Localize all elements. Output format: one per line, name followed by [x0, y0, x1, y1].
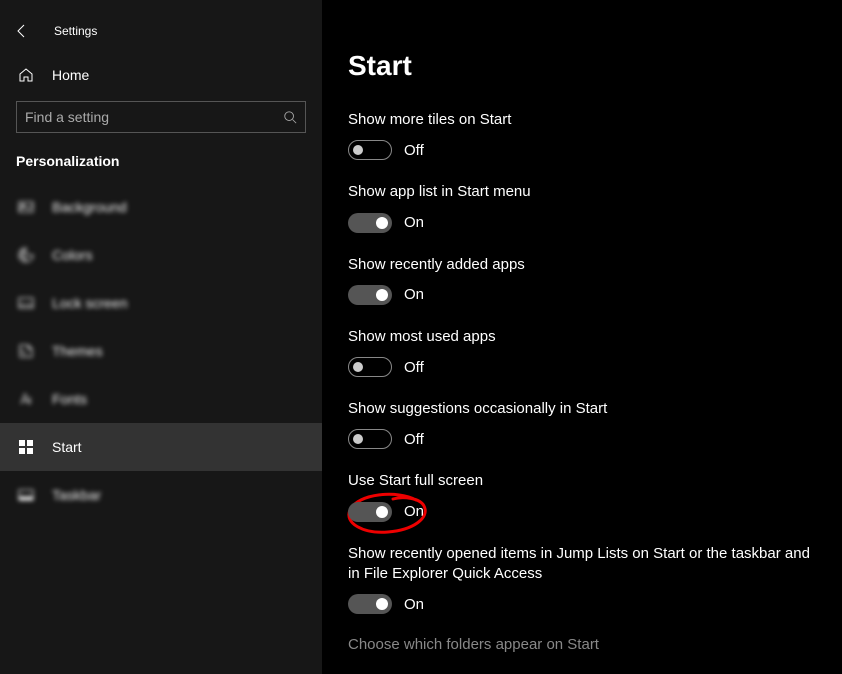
- toggle-state-text: On: [404, 286, 424, 303]
- toggle-app-list[interactable]: [348, 213, 392, 233]
- title-bar: Settings: [0, 15, 322, 47]
- fonts-icon: [16, 391, 36, 407]
- start-icon: [16, 439, 36, 455]
- setting-suggestions: Show suggestions occasionally in Start Of…: [348, 399, 818, 449]
- nav-label: Fonts: [52, 391, 87, 407]
- background-icon: [16, 199, 36, 215]
- toggle-row: Off: [348, 429, 818, 449]
- nav-item-themes[interactable]: Themes: [0, 327, 322, 375]
- toggle-knob: [353, 434, 363, 444]
- nav-label: Taskbar: [52, 487, 101, 503]
- toggle-knob: [353, 145, 363, 155]
- nav-item-taskbar[interactable]: Taskbar: [0, 471, 322, 519]
- nav-label: Start: [52, 439, 82, 455]
- search-icon: [283, 110, 297, 124]
- nav-list: Background Colors Lock screen Themes Fonts St…: [0, 183, 322, 519]
- toggle-more-tiles[interactable]: [348, 140, 392, 160]
- setting-most-used: Show most used apps Off: [348, 327, 818, 377]
- lockscreen-icon: [16, 295, 36, 311]
- setting-label: Show app list in Start menu: [348, 182, 818, 202]
- home-label: Home: [52, 67, 89, 83]
- toggle-most-used[interactable]: [348, 357, 392, 377]
- toggle-state-text: On: [404, 214, 424, 231]
- toggle-state-text: On: [404, 503, 424, 520]
- toggle-state-text: Off: [404, 431, 424, 448]
- main-panel: Start Show more tiles on Start Off Show ap…: [322, 0, 842, 674]
- toggle-knob: [353, 362, 363, 372]
- setting-more-tiles: Show more tiles on Start Off: [348, 110, 818, 160]
- nav-item-fonts[interactable]: Fonts: [0, 375, 322, 423]
- toggle-state-text: Off: [404, 142, 424, 159]
- setting-label: Show suggestions occasionally in Start: [348, 399, 818, 419]
- nav-item-background[interactable]: Background: [0, 183, 322, 231]
- setting-jump-lists: Show recently opened items in Jump Lists…: [348, 544, 818, 615]
- setting-app-list: Show app list in Start menu On: [348, 182, 818, 232]
- setting-label: Show recently opened items in Jump Lists…: [348, 544, 818, 585]
- nav-label: Themes: [52, 343, 103, 359]
- toggle-row: On: [348, 213, 818, 233]
- toggle-row: On: [348, 502, 818, 522]
- toggle-full-screen[interactable]: [348, 502, 392, 522]
- nav-item-colors[interactable]: Colors: [0, 231, 322, 279]
- home-nav[interactable]: Home: [0, 57, 322, 93]
- toggle-knob: [376, 217, 388, 229]
- setting-label: Show most used apps: [348, 327, 818, 347]
- themes-icon: [16, 343, 36, 359]
- setting-full-screen: Use Start full screen On: [348, 471, 818, 521]
- setting-recently-added: Show recently added apps On: [348, 255, 818, 305]
- home-icon: [16, 67, 36, 83]
- settings-list: Show more tiles on Start Off Show app list…: [348, 110, 842, 614]
- section-header: Personalization: [0, 133, 322, 183]
- nav-item-start[interactable]: Start: [0, 423, 322, 471]
- toggle-knob: [376, 598, 388, 610]
- toggle-row: On: [348, 594, 818, 614]
- page-title: Start: [348, 50, 842, 82]
- colors-icon: [16, 247, 36, 263]
- setting-label: Show more tiles on Start: [348, 110, 818, 130]
- toggle-jump-lists[interactable]: [348, 594, 392, 614]
- nav-label: Background: [52, 199, 127, 215]
- toggle-row: Off: [348, 140, 818, 160]
- nav-label: Colors: [52, 247, 92, 263]
- toggle-suggestions[interactable]: [348, 429, 392, 449]
- toggle-state-text: On: [404, 596, 424, 613]
- search-box[interactable]: [16, 101, 306, 133]
- sidebar: Settings Home Personalization Background…: [0, 0, 322, 674]
- toggle-recently-added[interactable]: [348, 285, 392, 305]
- app-title: Settings: [54, 24, 97, 38]
- toggle-state-text: Off: [404, 359, 424, 376]
- back-button[interactable]: [0, 15, 44, 47]
- nav-label: Lock screen: [52, 295, 127, 311]
- taskbar-icon: [16, 487, 36, 503]
- search-input[interactable]: [25, 109, 283, 125]
- setting-label: Use Start full screen: [348, 471, 818, 491]
- back-arrow-icon: [14, 23, 30, 39]
- nav-item-lockscreen[interactable]: Lock screen: [0, 279, 322, 327]
- folders-link[interactable]: Choose which folders appear on Start: [348, 636, 842, 653]
- toggle-row: On: [348, 285, 818, 305]
- toggle-row: Off: [348, 357, 818, 377]
- setting-label: Show recently added apps: [348, 255, 818, 275]
- toggle-knob: [376, 289, 388, 301]
- toggle-knob: [376, 506, 388, 518]
